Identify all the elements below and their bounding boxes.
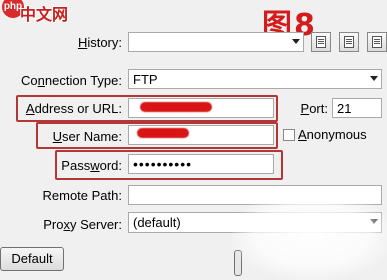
- connection-type-label: Connection Type:: [8, 73, 122, 88]
- port-label-text: Port:: [300, 101, 328, 116]
- history-label-text: History:: [77, 35, 122, 50]
- username-label-text: User Name:: [52, 129, 122, 144]
- proxy-server-label: Proxy Server:: [20, 217, 122, 232]
- redaction-mark: [140, 102, 212, 112]
- anonymous-label-text: Anonymous: [298, 127, 367, 142]
- document-icon: [316, 36, 326, 48]
- password-label: Password:: [60, 158, 122, 173]
- watermark: php 中文网: [0, 0, 140, 26]
- redaction-mark: [137, 128, 189, 138]
- address-label-text: Address or URL:: [25, 101, 122, 116]
- watermark-haze: [232, 190, 387, 280]
- connection-type-select[interactable]: FTP: [128, 69, 382, 89]
- chevron-down-icon: [292, 39, 300, 44]
- default-button[interactable]: Default: [0, 247, 64, 271]
- port-value: 21: [337, 101, 352, 116]
- port-input[interactable]: 21: [332, 98, 382, 118]
- toolbar-button-3[interactable]: [367, 32, 387, 52]
- document-edit-icon: [372, 36, 382, 48]
- document-list-icon: [344, 36, 354, 48]
- username-label: User Name:: [40, 129, 122, 144]
- connection-type-label-text: Connection Type:: [21, 73, 122, 88]
- address-label: Address or URL:: [20, 101, 122, 116]
- history-combo[interactable]: [128, 32, 304, 52]
- password-input[interactable]: ••••••••••: [128, 154, 274, 174]
- history-label: History:: [60, 35, 122, 50]
- password-label-text: Password:: [61, 158, 122, 173]
- toolbar-button-1[interactable]: [311, 32, 331, 52]
- anonymous-label: Anonymous: [298, 127, 367, 142]
- watermark-text: 中文网: [20, 7, 69, 24]
- proxy-server-value: (default): [133, 215, 181, 230]
- chevron-down-icon: [370, 76, 378, 81]
- remote-path-label: Remote Path:: [20, 188, 123, 203]
- password-value: ••••••••••: [133, 156, 193, 172]
- proxy-server-label-text: Proxy Server:: [43, 217, 122, 232]
- toolbar-button-2[interactable]: [339, 32, 359, 52]
- port-label: Port:: [296, 101, 328, 116]
- connection-type-value: FTP: [133, 72, 158, 87]
- remote-path-label-text: Remote Path:: [42, 188, 123, 203]
- anonymous-checkbox[interactable]: [283, 129, 295, 141]
